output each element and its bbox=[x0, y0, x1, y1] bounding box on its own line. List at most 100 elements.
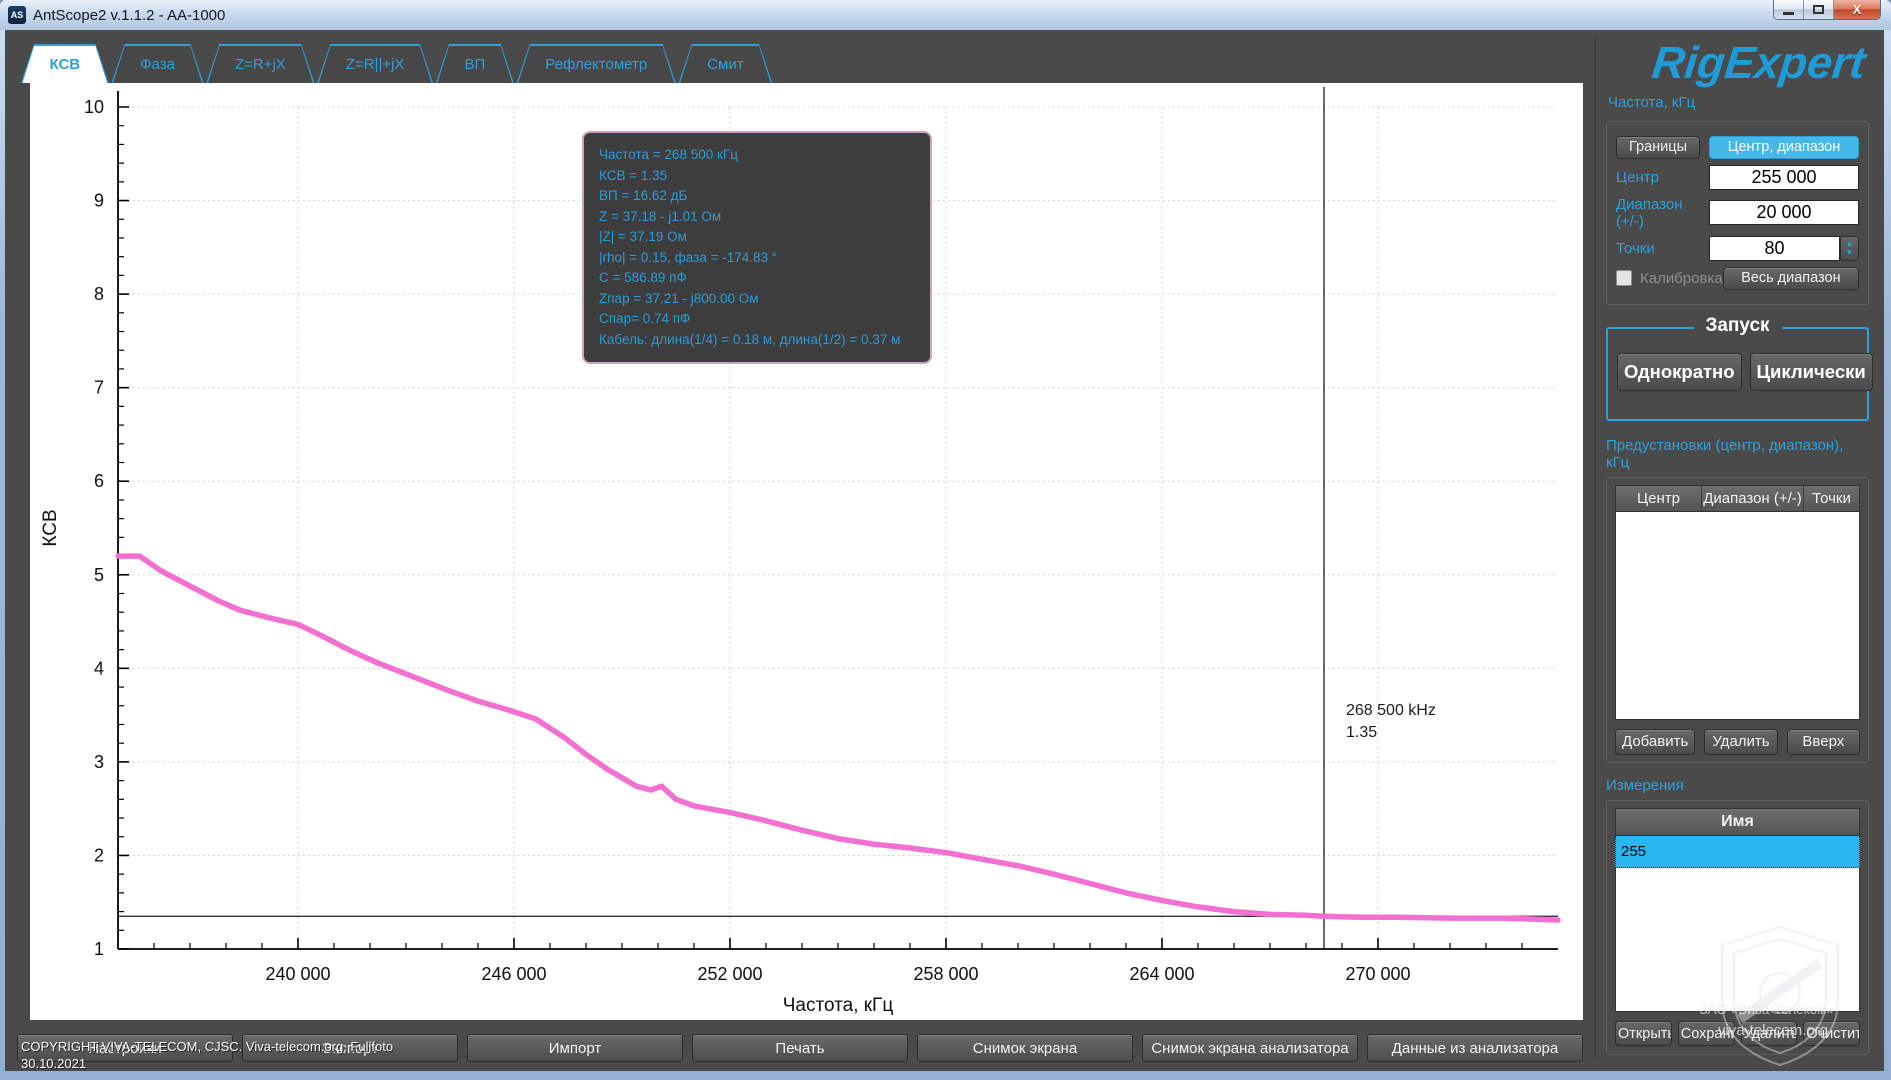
measurement-delete-button[interactable]: Удалить bbox=[1741, 1021, 1798, 1046]
tab-ksv[interactable]: КСВ bbox=[21, 44, 109, 83]
tooltip-line: Zпар = 37.21 - j800.00 Ом bbox=[599, 289, 915, 310]
toolbar-analyzer-data-button[interactable]: Данные из анализатора bbox=[1367, 1034, 1583, 1062]
presets-section-label: Предустановки (центр, диапазон), кГц bbox=[1606, 437, 1869, 471]
range-label: Диапазон (+/-) bbox=[1616, 196, 1709, 230]
tooltip-line: C = 586.89 пФ bbox=[599, 268, 915, 289]
presets-table-body[interactable] bbox=[1615, 512, 1860, 720]
tooltip-line: Частота = 268 500 кГц bbox=[599, 145, 915, 166]
measurements-section-label: Измерения bbox=[1606, 777, 1869, 794]
tab-label: КСВ bbox=[50, 56, 81, 73]
app-window: AS AntScope2 v.1.1.2 - AA-1000 X КСВ Фаз… bbox=[0, 0, 1891, 1080]
tooltip-line: Z = 37.18 - j1.01 Ом bbox=[599, 207, 915, 228]
tooltip-line: ВП = 16.62 дБ bbox=[599, 186, 915, 207]
tab-faza[interactable]: Фаза bbox=[112, 44, 204, 83]
toolbar-export-button[interactable]: Экспорт bbox=[242, 1034, 458, 1062]
tab-smith[interactable]: Смит bbox=[679, 44, 772, 83]
svg-text:8: 8 bbox=[94, 284, 104, 304]
tab-label: ВП bbox=[464, 56, 485, 73]
points-input[interactable] bbox=[1709, 236, 1840, 261]
svg-text:6: 6 bbox=[94, 471, 104, 491]
preset-delete-button[interactable]: Удалить bbox=[1704, 729, 1777, 755]
bounds-button[interactable]: Границы bbox=[1616, 136, 1700, 159]
spinner-up-icon[interactable]: ▲ bbox=[1846, 239, 1854, 248]
close-icon: X bbox=[1853, 2, 1862, 17]
spinner-down-icon[interactable]: ▼ bbox=[1846, 248, 1854, 257]
calibration-checkbox[interactable] bbox=[1616, 270, 1632, 286]
frequency-section-label: Частота, кГц bbox=[1608, 94, 1869, 111]
toolbar-import-button[interactable]: Импорт bbox=[467, 1034, 683, 1062]
cursor-swr-label: 1.35 bbox=[1346, 724, 1377, 741]
preset-up-button[interactable]: Вверх bbox=[1787, 729, 1860, 755]
presets-header-points[interactable]: Точки bbox=[1804, 486, 1859, 511]
range-input[interactable] bbox=[1709, 200, 1859, 225]
tooltip-line: Кабель: длина(1/4) = 0.18 м, длина(1/2) … bbox=[599, 330, 915, 351]
control-panel: RigExpert Частота, кГц Границы Центр, ди… bbox=[1595, 34, 1879, 1059]
svg-text:4: 4 bbox=[94, 658, 104, 678]
y-axis-title: КСВ bbox=[40, 509, 61, 546]
toolbar-analyzer-screenshot-button[interactable]: Снимок экрана анализатора bbox=[1142, 1034, 1358, 1062]
svg-text:240 000: 240 000 bbox=[265, 964, 330, 984]
measurement-save-button[interactable]: Сохранить bbox=[1678, 1021, 1735, 1046]
measurement-tooltip: Частота = 268 500 кГц КСВ = 1.35 ВП = 16… bbox=[582, 131, 932, 364]
svg-text:5: 5 bbox=[94, 565, 104, 585]
measurement-list-item[interactable]: 255 bbox=[1615, 836, 1860, 868]
tooltip-line: |Z| = 37.19 Ом bbox=[599, 227, 915, 248]
measurements-name-header[interactable]: Имя bbox=[1615, 808, 1860, 836]
toolbar-screenshot-button[interactable]: Снимок экрана bbox=[917, 1034, 1133, 1062]
full-range-button[interactable]: Весь диапазон bbox=[1723, 267, 1859, 290]
tab-z-series[interactable]: Z=R+jX bbox=[206, 44, 314, 83]
svg-text:7: 7 bbox=[94, 378, 104, 398]
run-single-button[interactable]: Однократно bbox=[1617, 353, 1742, 391]
tab-label: Z=R+jX bbox=[235, 56, 286, 73]
svg-text:264 000: 264 000 bbox=[1129, 964, 1194, 984]
toolbar-settings-button[interactable]: Настройки bbox=[17, 1034, 233, 1062]
tab-vp[interactable]: ВП bbox=[436, 44, 514, 83]
maximize-button[interactable] bbox=[1804, 0, 1834, 19]
tooltip-line: Спар= 0.74 пФ bbox=[599, 309, 915, 330]
presets-header-range[interactable]: Диапазон (+/-) bbox=[1702, 486, 1804, 511]
maximize-icon bbox=[1813, 5, 1824, 14]
svg-text:1: 1 bbox=[94, 939, 104, 959]
minimize-button[interactable] bbox=[1774, 0, 1804, 19]
swr-curve bbox=[118, 556, 1558, 920]
run-cyclic-button[interactable]: Циклически bbox=[1750, 353, 1873, 391]
svg-text:2: 2 bbox=[94, 845, 104, 865]
tooltip-line: КСВ = 1.35 bbox=[599, 166, 915, 187]
window-controls: X bbox=[1773, 0, 1881, 20]
titlebar[interactable]: AS AntScope2 v.1.1.2 - AA-1000 X bbox=[0, 0, 1891, 30]
svg-text:3: 3 bbox=[94, 752, 104, 772]
svg-text:252 000: 252 000 bbox=[697, 964, 762, 984]
tooltip-line: |rho| = 0.15, фаза = -174.83 ° bbox=[599, 248, 915, 269]
svg-text:246 000: 246 000 bbox=[481, 964, 546, 984]
run-title: Запуск bbox=[1693, 315, 1781, 337]
tab-label: Смит bbox=[707, 56, 743, 73]
app-icon: AS bbox=[8, 6, 26, 24]
toolbar-print-button[interactable]: Печать bbox=[692, 1034, 908, 1062]
cursor-freq-label: 268 500 kHz bbox=[1346, 702, 1436, 719]
svg-text:10: 10 bbox=[84, 97, 104, 117]
presets-header-center[interactable]: Центр bbox=[1616, 486, 1702, 511]
svg-text:270 000: 270 000 bbox=[1345, 964, 1410, 984]
window-title: AntScope2 v.1.1.2 - AA-1000 bbox=[33, 7, 225, 24]
chart-area[interactable]: 12345678910240 000246 000252 000258 0002… bbox=[30, 83, 1583, 1020]
minimize-icon bbox=[1783, 12, 1794, 15]
tab-reflectometer[interactable]: Рефлектометр bbox=[517, 44, 676, 83]
bottom-toolbar: Настройки Экспорт Импорт Печать Снимок э… bbox=[17, 1034, 1583, 1062]
presets-table-header: Центр Диапазон (+/-) Точки bbox=[1615, 485, 1860, 512]
measurement-clear-button[interactable]: Очистить bbox=[1803, 1021, 1860, 1046]
points-stepper[interactable]: ▲ ▼ bbox=[1840, 236, 1859, 261]
run-groupbox: Запуск Однократно Циклически bbox=[1606, 327, 1869, 421]
center-input[interactable] bbox=[1709, 165, 1859, 190]
x-axis-title: Частота, кГц bbox=[783, 995, 894, 1016]
measurements-group: Имя 255 Открыть Сохранить Удалить Очисти… bbox=[1606, 800, 1869, 1056]
close-button[interactable]: X bbox=[1834, 0, 1880, 19]
measurement-open-button[interactable]: Открыть bbox=[1615, 1021, 1672, 1046]
center-label: Центр bbox=[1616, 169, 1659, 186]
tab-z-parallel[interactable]: Z=R||+jX bbox=[317, 44, 433, 83]
tab-bar: КСВ Фаза Z=R+jX Z=R||+jX ВП Рефлектометр… bbox=[21, 44, 772, 83]
tab-label: Рефлектометр bbox=[545, 56, 647, 73]
measurements-list-body[interactable] bbox=[1615, 868, 1860, 1013]
center-range-button[interactable]: Центр, диапазон bbox=[1709, 136, 1859, 159]
preset-add-button[interactable]: Добавить bbox=[1615, 729, 1695, 755]
client-area: КСВ Фаза Z=R+jX Z=R||+jX ВП Рефлектометр… bbox=[5, 30, 1884, 1071]
